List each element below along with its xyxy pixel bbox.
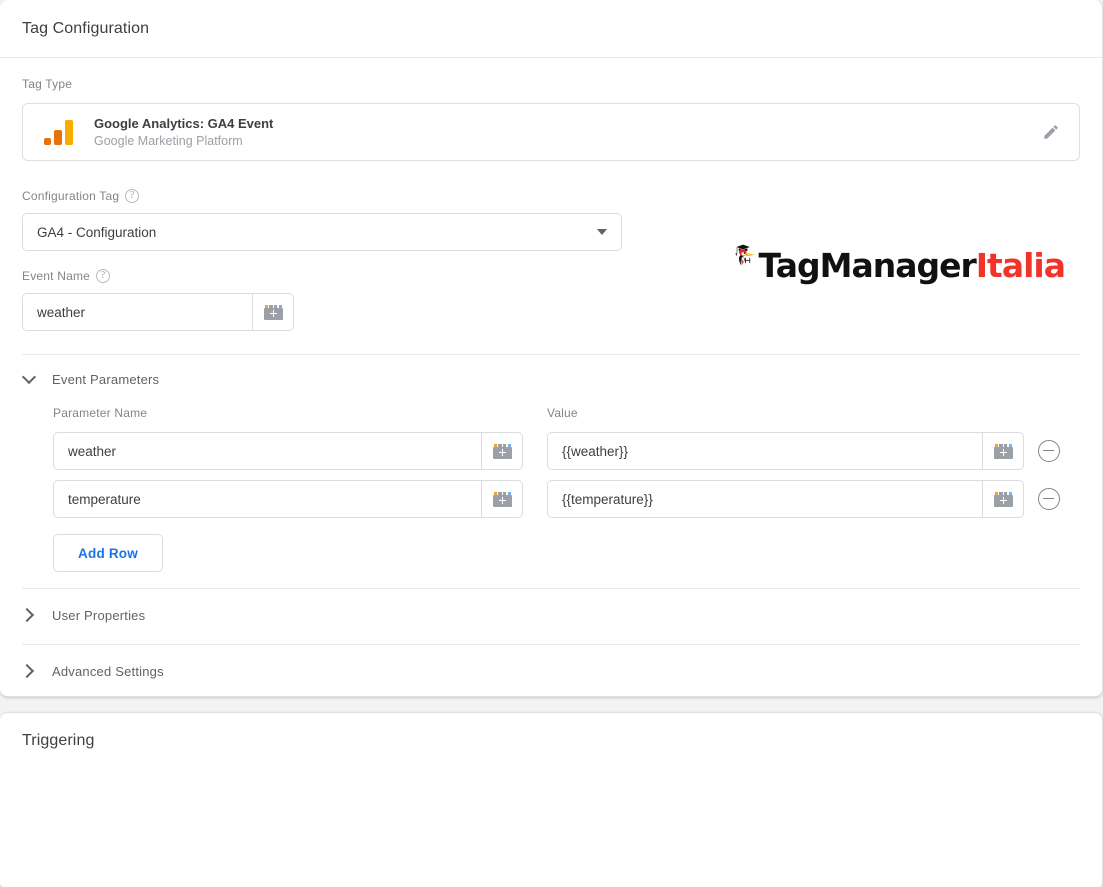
chevron-right-icon	[22, 664, 36, 678]
event-parameters-table-header: Parameter Name Value	[53, 404, 1080, 422]
add-row-button[interactable]: Add Row	[53, 534, 163, 572]
column-header-value: Value	[547, 406, 578, 420]
event-name-label: Event Name ?	[22, 269, 294, 283]
triggering-card: Triggering Firing Triggers <> weatherTra…	[0, 712, 1103, 887]
variable-brick-icon[interactable]	[481, 480, 523, 518]
tag-configuration-card: Tag Configuration Tag Type Google Analyt…	[0, 0, 1103, 697]
event-parameters-label: Event Parameters	[52, 371, 160, 387]
minus-circle-icon[interactable]	[1038, 488, 1060, 510]
configuration-tag-select[interactable]: GA4 - Configuration	[22, 213, 622, 251]
table-row: weather {{weather}}	[53, 432, 1080, 470]
woodpecker-graduation-cap-icon	[735, 244, 756, 266]
gtm-tag-editor-page: Tag Configuration Tag Type Google Analyt…	[0, 0, 1103, 887]
tag-type-vendor: Google Marketing Platform	[94, 133, 243, 148]
advanced-settings-section-header[interactable]: Advanced Settings	[22, 658, 1080, 684]
event-parameters-table: Parameter Name Value weather {{weather}}	[53, 404, 1080, 572]
help-icon[interactable]: ?	[125, 189, 140, 203]
tag-type-name: Google Analytics: GA4 Event	[94, 115, 274, 131]
logo-word-dark: TagManager	[758, 246, 976, 285]
tag-type-block: Tag Type Google Analytics: GA4 Event Goo…	[22, 77, 1080, 161]
tag-type-label-text: Tag Type	[22, 77, 73, 91]
event-name-input[interactable]: weather	[22, 293, 252, 331]
event-parameters-section-header[interactable]: Event Parameters	[22, 366, 1080, 392]
chevron-down-icon	[597, 229, 607, 235]
parameter-value-input-group: {{weather}}	[547, 432, 1024, 470]
chevron-right-icon	[22, 608, 36, 622]
logo-word-accent: Italia	[975, 246, 1066, 285]
configuration-tag-block: Configuration Tag ? GA4 - Configuration	[22, 189, 622, 251]
tag-type-selector[interactable]: Google Analytics: GA4 Event Google Marke…	[22, 103, 1080, 161]
parameter-value-input[interactable]: {{temperature}}	[547, 480, 982, 518]
tag-type-text: Google Analytics: GA4 Event Google Marke…	[94, 115, 1033, 150]
variable-brick-icon[interactable]	[982, 432, 1024, 470]
configuration-tag-label-text: Configuration Tag	[22, 189, 120, 203]
advanced-settings-label: Advanced Settings	[52, 663, 164, 679]
configuration-tag-label: Configuration Tag ?	[22, 189, 622, 203]
chevron-down-icon	[22, 372, 36, 386]
divider-event-parameters	[22, 354, 1080, 355]
variable-brick-icon[interactable]	[481, 432, 523, 470]
parameter-name-input-group: temperature	[53, 480, 523, 518]
configuration-tag-value: GA4 - Configuration	[37, 224, 157, 240]
title-divider	[0, 57, 1102, 58]
page-title: Tag Configuration	[22, 20, 150, 37]
event-name-block: Event Name ? weather	[22, 269, 294, 331]
divider-advanced-settings	[22, 644, 1080, 645]
event-name-label-text: Event Name	[22, 269, 91, 283]
triggering-title: Triggering	[22, 732, 95, 749]
tag-type-label: Tag Type	[22, 77, 1080, 91]
variable-brick-icon[interactable]	[252, 293, 294, 331]
minus-circle-icon[interactable]	[1038, 440, 1060, 462]
event-name-input-group: weather	[22, 293, 294, 331]
divider-user-properties	[22, 588, 1080, 589]
help-icon[interactable]: ?	[96, 269, 111, 283]
user-properties-label: User Properties	[52, 607, 146, 623]
google-analytics-icon	[44, 119, 75, 145]
tagmanageritalia-logo: TagManagerItalia	[735, 207, 1066, 302]
pencil-icon[interactable]	[1033, 114, 1069, 150]
user-properties-section-header[interactable]: User Properties	[22, 602, 1080, 628]
parameter-name-input-group: weather	[53, 432, 523, 470]
parameter-name-input[interactable]: temperature	[53, 480, 481, 518]
column-header-parameter-name: Parameter Name	[53, 406, 148, 420]
table-row: temperature {{temperature}}	[53, 480, 1080, 518]
logo-wordmark: TagManagerItalia	[758, 246, 1066, 285]
variable-brick-icon[interactable]	[982, 480, 1024, 518]
parameter-value-input-group: {{temperature}}	[547, 480, 1024, 518]
parameter-name-input[interactable]: weather	[53, 432, 481, 470]
parameter-value-input[interactable]: {{weather}}	[547, 432, 982, 470]
